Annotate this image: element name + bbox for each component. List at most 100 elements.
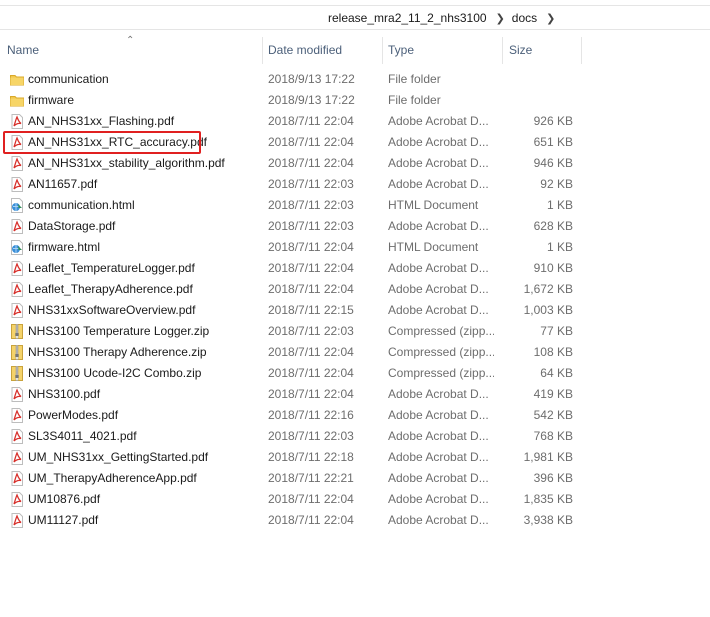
file-type: Adobe Acrobat D... xyxy=(388,513,489,527)
file-name: Leaflet_TemperatureLogger.pdf xyxy=(28,261,195,275)
file-date: 2018/7/11 22:04 xyxy=(268,240,354,254)
file-size: 651 KB xyxy=(533,135,573,149)
file-name: UM11127.pdf xyxy=(28,513,99,527)
pdf-icon xyxy=(10,513,24,528)
file-row[interactable]: NHS3100 Ucode-I2C Combo.zip 2018/7/11 22:… xyxy=(0,363,600,384)
file-row[interactable]: AN_NHS31xx_RTC_accuracy.pdf 2018/7/11 22:… xyxy=(0,132,600,153)
file-type: Compressed (zipp... xyxy=(388,345,494,359)
file-date: 2018/7/11 22:04 xyxy=(268,282,354,296)
column-divider[interactable] xyxy=(382,37,383,64)
file-date: 2018/7/11 22:03 xyxy=(268,198,354,212)
file-name: UM_NHS31xx_GettingStarted.pdf xyxy=(28,450,209,464)
file-type: Compressed (zipp... xyxy=(388,366,494,380)
file-name: SL3S4011_4021.pdf xyxy=(28,429,137,443)
file-type: Adobe Acrobat D... xyxy=(388,450,489,464)
file-date: 2018/7/11 22:04 xyxy=(268,261,354,275)
file-row[interactable]: NHS31xxSoftwareOverview.pdf 2018/7/11 22:… xyxy=(0,300,600,321)
pdf-icon xyxy=(10,303,24,318)
pdf-icon xyxy=(10,387,24,402)
breadcrumb-parent[interactable]: release_mra2_11_2_nhs3100 xyxy=(328,11,487,25)
file-type: Adobe Acrobat D... xyxy=(388,471,489,485)
chevron-right-icon[interactable]: ❯ xyxy=(496,12,505,25)
pdf-icon xyxy=(10,177,24,192)
file-name: UM_TherapyAdherenceApp.pdf xyxy=(28,471,197,485)
folder-icon xyxy=(10,93,24,108)
file-type: Adobe Acrobat D... xyxy=(388,303,489,317)
file-type: Adobe Acrobat D... xyxy=(388,282,489,296)
file-row[interactable]: Leaflet_TemperatureLogger.pdf 2018/7/11 2… xyxy=(0,258,600,279)
pdf-icon xyxy=(10,282,24,297)
file-name: AN11657.pdf xyxy=(28,177,98,191)
file-size: 108 KB xyxy=(533,345,573,359)
file-size: 1 KB xyxy=(546,198,573,212)
pdf-icon xyxy=(10,219,24,234)
file-date: 2018/7/11 22:04 xyxy=(268,492,354,506)
file-row[interactable]: firmware 2018/9/13 17:22 File folder xyxy=(0,90,600,111)
zip-icon xyxy=(10,324,24,339)
file-type: Compressed (zipp... xyxy=(388,324,494,338)
file-type: Adobe Acrobat D... xyxy=(388,387,489,401)
pdf-icon xyxy=(10,135,24,150)
file-date: 2018/7/11 22:04 xyxy=(268,513,354,527)
pdf-icon xyxy=(10,450,24,465)
file-date: 2018/7/11 22:04 xyxy=(268,156,354,170)
file-type: Adobe Acrobat D... xyxy=(388,219,489,233)
file-row[interactable]: DataStorage.pdf 2018/7/11 22:03 Adobe Acro… xyxy=(0,216,600,237)
file-row[interactable]: NHS3100 Therapy Adherence.zip 2018/7/11 2… xyxy=(0,342,600,363)
column-divider[interactable] xyxy=(581,37,582,64)
file-size: 1,003 KB xyxy=(523,303,573,317)
column-name[interactable]: Name xyxy=(7,43,39,57)
zip-icon xyxy=(10,345,24,360)
file-row[interactable]: UM_TherapyAdherenceApp.pdf 2018/7/11 22:2… xyxy=(0,468,600,489)
html-file-icon xyxy=(10,240,24,255)
file-row[interactable]: AN_NHS31xx_stability_algorithm.pdf 2018/7… xyxy=(0,153,600,174)
file-size: 3,938 KB xyxy=(523,513,573,527)
file-date: 2018/9/13 17:22 xyxy=(268,72,355,86)
pdf-icon xyxy=(10,492,24,507)
file-name: communication.html xyxy=(28,198,135,212)
file-name: firmware.html xyxy=(28,240,101,254)
file-size: 1,835 KB xyxy=(523,492,573,506)
file-date: 2018/7/11 22:04 xyxy=(268,387,354,401)
file-row[interactable]: UM11127.pdf 2018/7/11 22:04 Adobe Acrobat … xyxy=(0,510,600,531)
file-type: File folder xyxy=(388,72,441,86)
file-name: NHS3100 Ucode-I2C Combo.zip xyxy=(28,366,202,380)
file-type: Adobe Acrobat D... xyxy=(388,156,489,170)
pdf-icon xyxy=(10,156,24,171)
file-size: 419 KB xyxy=(533,387,573,401)
file-size: 1,981 KB xyxy=(523,450,573,464)
pdf-icon xyxy=(10,429,24,444)
file-row[interactable]: UM10876.pdf 2018/7/11 22:04 Adobe Acrobat … xyxy=(0,489,600,510)
file-row[interactable]: Leaflet_TherapyAdherence.pdf 2018/7/11 22… xyxy=(0,279,600,300)
file-row[interactable]: NHS3100.pdf 2018/7/11 22:04 Adobe Acrobat … xyxy=(0,384,600,405)
file-date: 2018/7/11 22:03 xyxy=(268,324,354,338)
file-name: NHS3100 Temperature Logger.zip xyxy=(28,324,210,338)
file-row[interactable]: NHS3100 Temperature Logger.zip 2018/7/11 … xyxy=(0,321,600,342)
file-row[interactable]: PowerModes.pdf 2018/7/11 22:16 Adobe Acrob… xyxy=(0,405,600,426)
column-date-modified[interactable]: Date modified xyxy=(268,43,342,57)
file-type: Adobe Acrobat D... xyxy=(388,135,489,149)
address-bar[interactable]: release_mra2_11_2_nhs3100 ❯ docs ❯ xyxy=(0,5,710,30)
file-row[interactable]: AN_NHS31xx_Flashing.pdf 2018/7/11 22:04 Ad… xyxy=(0,111,600,132)
file-date: 2018/7/11 22:03 xyxy=(268,177,354,191)
file-row[interactable]: communication 2018/9/13 17:22 File folder xyxy=(0,69,600,90)
column-size[interactable]: Size xyxy=(509,43,532,57)
chevron-right-icon[interactable]: ❯ xyxy=(546,12,555,25)
file-row[interactable]: UM_NHS31xx_GettingStarted.pdf 2018/7/11 2… xyxy=(0,447,600,468)
file-date: 2018/9/13 17:22 xyxy=(268,93,355,107)
column-divider[interactable] xyxy=(502,37,503,64)
breadcrumb-current[interactable]: docs xyxy=(512,11,537,25)
file-row[interactable]: SL3S4011_4021.pdf 2018/7/11 22:03 Adobe Ac… xyxy=(0,426,600,447)
file-size: 542 KB xyxy=(533,408,573,422)
folder-icon xyxy=(10,72,24,87)
file-name: NHS31xxSoftwareOverview.pdf xyxy=(28,303,196,317)
file-name: UM10876.pdf xyxy=(28,492,101,506)
file-row[interactable]: firmware.html 2018/7/11 22:04 HTML Documen… xyxy=(0,237,600,258)
file-type: HTML Document xyxy=(388,198,479,212)
file-row[interactable]: communication.html 2018/7/11 22:03 HTML Do… xyxy=(0,195,600,216)
file-row[interactable]: AN11657.pdf 2018/7/11 22:03 Adobe Acrobat … xyxy=(0,174,600,195)
column-divider[interactable] xyxy=(262,37,263,64)
file-size: 628 KB xyxy=(533,219,573,233)
file-date: 2018/7/11 22:04 xyxy=(268,345,354,359)
column-type[interactable]: Type xyxy=(388,43,414,57)
